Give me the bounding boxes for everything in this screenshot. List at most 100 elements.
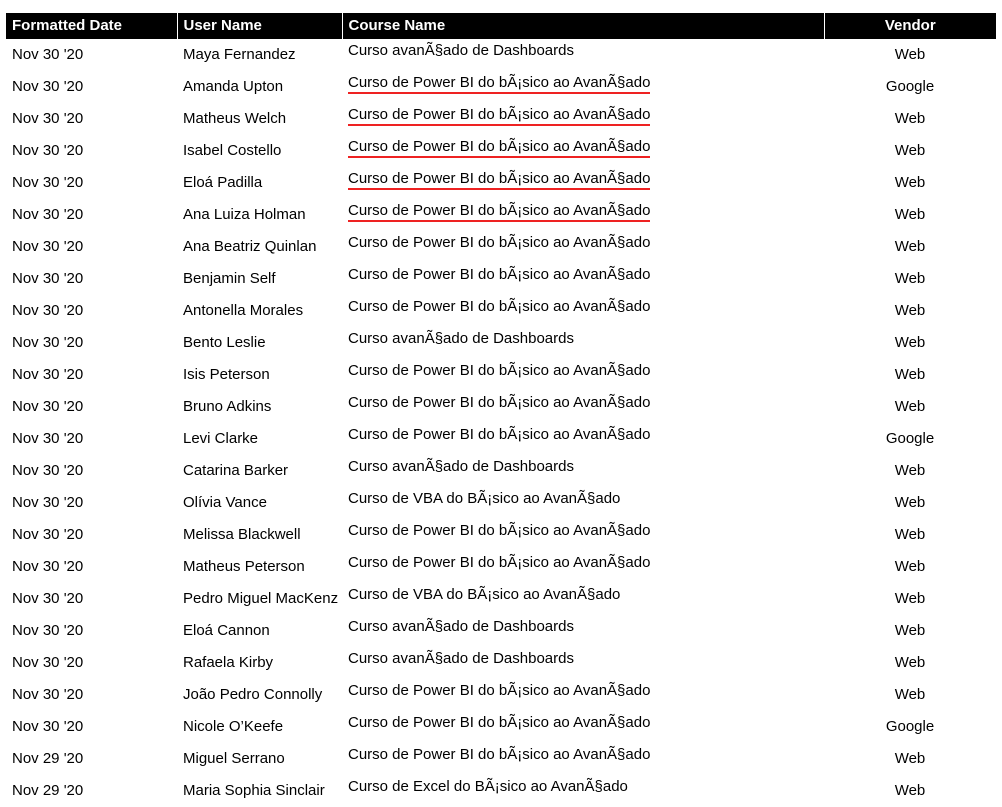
table-row[interactable]: Nov 30 '20 Catarina Barker Curso avanÃ§ado…: [6, 455, 996, 487]
cell-course[interactable]: Curso de Power BI do bÃ¡sico ao AvanÃ§ad…: [342, 519, 824, 551]
cell-course[interactable]: Curso avanÃ§ado de Dashboards: [342, 455, 824, 487]
cell-date[interactable]: Nov 30 '20: [6, 295, 177, 327]
cell-vendor[interactable]: Google: [824, 711, 996, 743]
cell-course[interactable]: Curso de Power BI do bÃ¡sico ao AvanÃ§ad…: [342, 231, 824, 263]
table-row[interactable]: Nov 30 '20 Matheus Welch Curso de Power BI…: [6, 103, 996, 135]
cell-vendor[interactable]: Web: [824, 615, 996, 647]
table-row[interactable]: Nov 30 '20 Levi Clarke Curso de Power BI d…: [6, 423, 996, 455]
column-header-user-name[interactable]: User Name: [177, 13, 343, 39]
cell-course[interactable]: Curso de Power BI do bÃ¡sico ao AvanÃ§ad…: [342, 167, 824, 199]
table-row[interactable]: Nov 30 '20 Bruno Adkins Curso de Power BI …: [6, 391, 996, 423]
cell-course[interactable]: Curso de VBA do BÃ¡sico ao AvanÃ§ado: [342, 487, 824, 519]
cell-vendor[interactable]: Web: [824, 551, 996, 583]
cell-date[interactable]: Nov 30 '20: [6, 327, 177, 359]
column-header-course-name[interactable]: Course Name: [342, 13, 825, 39]
cell-date[interactable]: Nov 30 '20: [6, 455, 177, 487]
table-row[interactable]: Nov 30 '20 Ana Beatriz Quinlan Curso de Po…: [6, 231, 996, 263]
cell-date[interactable]: Nov 30 '20: [6, 71, 177, 103]
cell-date[interactable]: Nov 30 '20: [6, 135, 177, 167]
cell-date[interactable]: Nov 29 '20: [6, 743, 177, 775]
cell-course[interactable]: Curso de Power BI do bÃ¡sico ao AvanÃ§ad…: [342, 295, 824, 327]
cell-user[interactable]: Benjamin Self: [177, 263, 342, 295]
cell-course[interactable]: Curso de Excel do BÃ¡sico ao AvanÃ§ado: [342, 775, 824, 807]
table-row[interactable]: Nov 30 '20 Isabel Costello Curso de Power …: [6, 135, 996, 167]
cell-course[interactable]: Curso de Power BI do bÃ¡sico ao AvanÃ§ad…: [342, 551, 824, 583]
cell-user[interactable]: Ana Luiza Holman: [177, 199, 342, 231]
cell-date[interactable]: Nov 29 '20: [6, 775, 177, 807]
cell-course[interactable]: Curso de Power BI do bÃ¡sico ao AvanÃ§ad…: [342, 199, 824, 231]
cell-date[interactable]: Nov 30 '20: [6, 103, 177, 135]
cell-user[interactable]: Olívia Vance: [177, 487, 342, 519]
cell-date[interactable]: Nov 30 '20: [6, 583, 177, 615]
cell-course[interactable]: Curso avanÃ§ado de Dashboards: [342, 39, 824, 71]
cell-date[interactable]: Nov 30 '20: [6, 231, 177, 263]
cell-vendor[interactable]: Web: [824, 231, 996, 263]
table-row[interactable]: Nov 30 '20 Ana Luiza Holman Curso de Power…: [6, 199, 996, 231]
cell-user[interactable]: Catarina Barker: [177, 455, 342, 487]
table-row[interactable]: Nov 30 '20 João Pedro Connolly Curso de Po…: [6, 679, 996, 711]
cell-user[interactable]: Maya Fernandez: [177, 39, 342, 71]
cell-date[interactable]: Nov 30 '20: [6, 711, 177, 743]
table-row[interactable]: Nov 30 '20 Isis Peterson Curso de Power BI…: [6, 359, 996, 391]
cell-vendor[interactable]: Web: [824, 135, 996, 167]
cell-user[interactable]: Eloá Padilla: [177, 167, 342, 199]
cell-user[interactable]: Nicole O’Keefe: [177, 711, 342, 743]
cell-user[interactable]: Ana Beatriz Quinlan: [177, 231, 342, 263]
column-header-vendor[interactable]: Vendor: [824, 13, 996, 39]
cell-vendor[interactable]: Web: [824, 583, 996, 615]
cell-user[interactable]: Maria Sophia Sinclair: [177, 775, 342, 807]
table-row[interactable]: Nov 30 '20 Amanda Upton Curso de Power BI …: [6, 71, 996, 103]
cell-date[interactable]: Nov 30 '20: [6, 199, 177, 231]
cell-user[interactable]: Rafaela Kirby: [177, 647, 342, 679]
cell-date[interactable]: Nov 30 '20: [6, 359, 177, 391]
cell-course[interactable]: Curso de Power BI do bÃ¡sico ao AvanÃ§ad…: [342, 679, 824, 711]
cell-vendor[interactable]: Web: [824, 199, 996, 231]
table-row[interactable]: Nov 30 '20 Rafaela Kirby Curso avanÃ§ado d…: [6, 647, 996, 679]
cell-user[interactable]: Miguel Serrano: [177, 743, 342, 775]
column-header-formatted-date[interactable]: Formatted Date: [6, 13, 178, 39]
cell-date[interactable]: Nov 30 '20: [6, 487, 177, 519]
cell-user[interactable]: Amanda Upton: [177, 71, 342, 103]
cell-user[interactable]: Melissa Blackwell: [177, 519, 342, 551]
cell-vendor[interactable]: Web: [824, 391, 996, 423]
cell-course[interactable]: Curso de VBA do BÃ¡sico ao AvanÃ§ado: [342, 583, 824, 615]
cell-date[interactable]: Nov 30 '20: [6, 679, 177, 711]
cell-vendor[interactable]: Web: [824, 263, 996, 295]
table-row[interactable]: Nov 30 '20 Matheus Peterson Curso de Power…: [6, 551, 996, 583]
cell-date[interactable]: Nov 30 '20: [6, 647, 177, 679]
cell-user[interactable]: Bruno Adkins: [177, 391, 342, 423]
cell-vendor[interactable]: Web: [824, 679, 996, 711]
cell-vendor[interactable]: Web: [824, 295, 996, 327]
cell-vendor[interactable]: Web: [824, 167, 996, 199]
cell-course[interactable]: Curso de Power BI do bÃ¡sico ao AvanÃ§ad…: [342, 359, 824, 391]
cell-date[interactable]: Nov 30 '20: [6, 423, 177, 455]
cell-vendor[interactable]: Web: [824, 519, 996, 551]
table-row[interactable]: Nov 30 '20 Olívia Vance Curso de VBA do BÃ…: [6, 487, 996, 519]
cell-user[interactable]: Bento Leslie: [177, 327, 342, 359]
table-row[interactable]: Nov 30 '20 Benjamin Self Curso de Power BI…: [6, 263, 996, 295]
cell-date[interactable]: Nov 30 '20: [6, 263, 177, 295]
cell-course[interactable]: Curso de Power BI do bÃ¡sico ao AvanÃ§ad…: [342, 135, 824, 167]
cell-course[interactable]: Curso de Power BI do bÃ¡sico ao AvanÃ§ad…: [342, 423, 824, 455]
cell-vendor[interactable]: Web: [824, 647, 996, 679]
cell-user[interactable]: João Pedro Connolly: [177, 679, 342, 711]
cell-user[interactable]: Isabel Costello: [177, 135, 342, 167]
cell-course[interactable]: Curso avanÃ§ado de Dashboards: [342, 327, 824, 359]
cell-course[interactable]: Curso avanÃ§ado de Dashboards: [342, 615, 824, 647]
cell-user[interactable]: Levi Clarke: [177, 423, 342, 455]
cell-vendor[interactable]: Web: [824, 39, 996, 71]
cell-vendor[interactable]: Google: [824, 71, 996, 103]
cell-vendor[interactable]: Google: [824, 423, 996, 455]
cell-user[interactable]: Isis Peterson: [177, 359, 342, 391]
cell-date[interactable]: Nov 30 '20: [6, 519, 177, 551]
cell-course[interactable]: Curso de Power BI do bÃ¡sico ao AvanÃ§ad…: [342, 71, 824, 103]
cell-user[interactable]: Antonella Morales: [177, 295, 342, 327]
cell-user[interactable]: Matheus Welch: [177, 103, 342, 135]
cell-course[interactable]: Curso de Power BI do bÃ¡sico ao AvanÃ§ad…: [342, 391, 824, 423]
table-row[interactable]: Nov 30 '20 Bento Leslie Curso avanÃ§ado de…: [6, 327, 996, 359]
cell-course[interactable]: Curso de Power BI do bÃ¡sico ao AvanÃ§ad…: [342, 743, 824, 775]
cell-vendor[interactable]: Web: [824, 775, 996, 807]
table-row[interactable]: Nov 30 '20 Pedro Miguel MacKenz Curso de V…: [6, 583, 996, 615]
table-row[interactable]: Nov 30 '20 Antonella Morales Curso de Powe…: [6, 295, 996, 327]
cell-vendor[interactable]: Web: [824, 743, 996, 775]
